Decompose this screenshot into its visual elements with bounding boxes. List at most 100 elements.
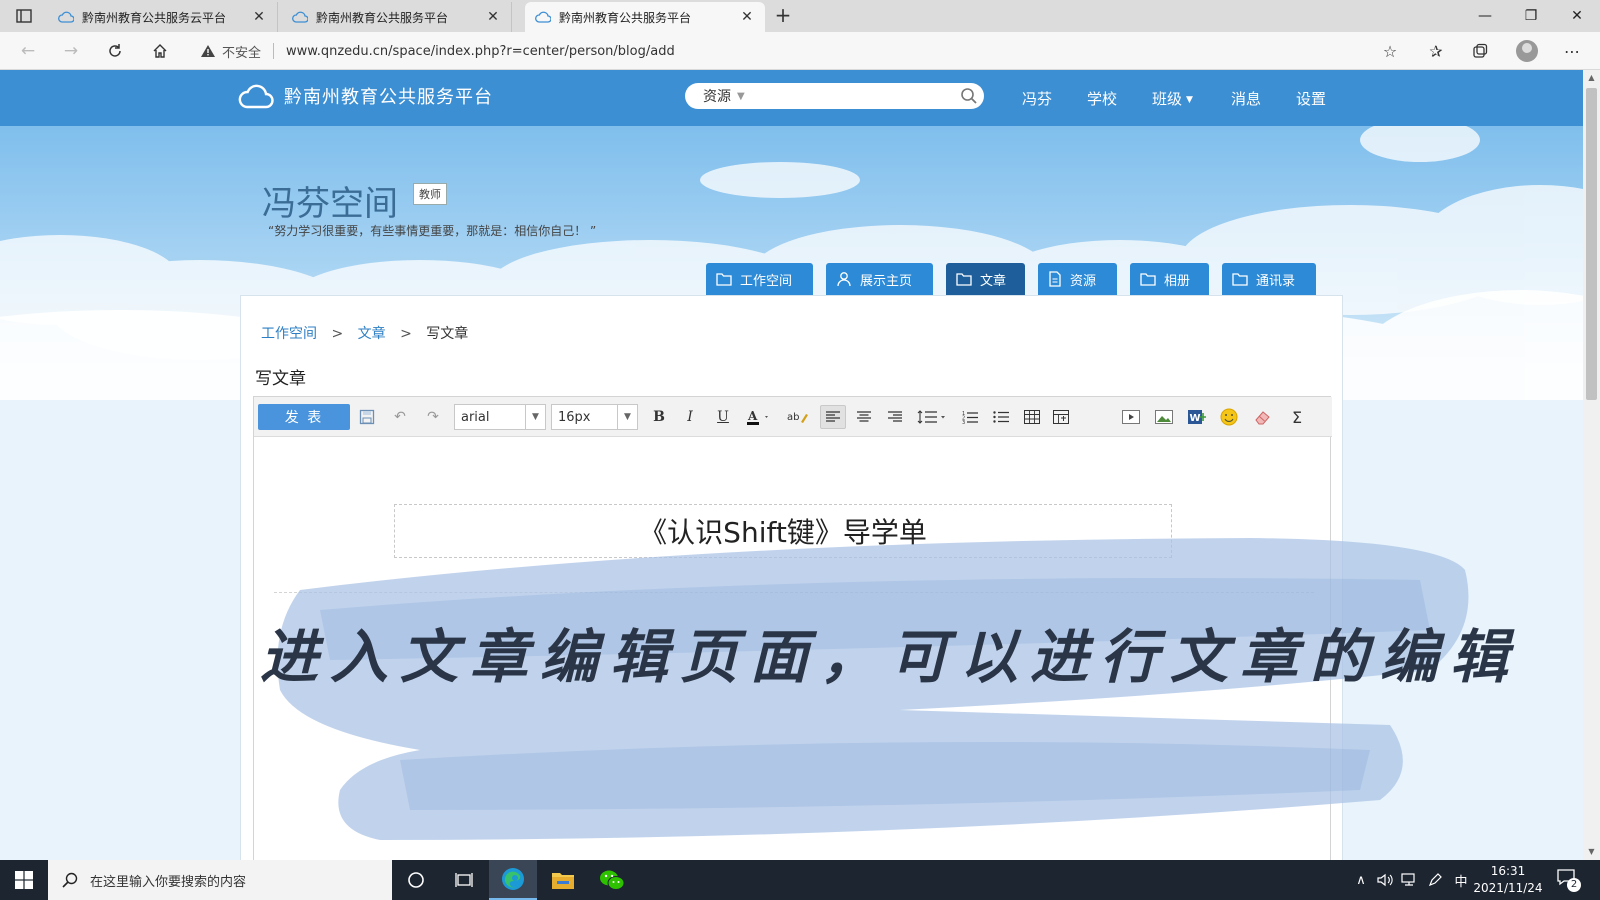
pen-icon[interactable] (1424, 860, 1446, 900)
breadcrumb-link-workspace[interactable]: 工作空间 (261, 326, 317, 342)
video-icon[interactable] (1118, 405, 1144, 429)
new-tab-button[interactable]: + (770, 3, 796, 29)
formula-icon[interactable]: Σ (1284, 405, 1310, 429)
show-hidden-icons-chevron-icon[interactable]: ∧ (1352, 860, 1370, 900)
close-tab-icon[interactable]: ✕ (739, 9, 755, 25)
align-center-icon[interactable] (851, 405, 877, 429)
collections-icon[interactable] (1468, 40, 1492, 62)
image-icon[interactable] (1151, 405, 1177, 429)
chevron-down-icon: ▼ (617, 405, 637, 429)
chevron-down-icon: ▼ (525, 405, 545, 429)
task-view-icon[interactable] (440, 860, 488, 900)
volume-icon[interactable] (1374, 860, 1396, 900)
breadcrumb-separator: > (400, 326, 412, 342)
space-tab-showcase[interactable]: 展示主页 (826, 263, 933, 295)
editor-toolbar: 发 表 ↶ ↷ arial ▼ 16px ▼ B I U A ab 1 2 3 … (254, 397, 1332, 437)
space-tab-label: 相册 (1164, 273, 1191, 289)
scroll-down-arrow-icon[interactable]: ▼ (1583, 844, 1600, 860)
close-tab-icon[interactable]: ✕ (485, 9, 501, 25)
line-height-icon[interactable] (914, 405, 950, 429)
font-family-select[interactable]: arial ▼ (454, 404, 546, 430)
url-text[interactable]: www.qnzedu.cn/space/index.php?r=center/p… (286, 44, 675, 59)
nav-link-class[interactable]: 班级 ▼ (1152, 88, 1193, 109)
nav-link-user[interactable]: 冯芬 (1022, 88, 1052, 109)
italic-icon[interactable]: I (677, 405, 703, 429)
close-window-button[interactable]: ✕ (1554, 0, 1600, 32)
unordered-list-icon[interactable] (988, 405, 1014, 429)
file-explorer-icon[interactable] (539, 860, 587, 900)
scroll-up-arrow-icon[interactable]: ▲ (1583, 70, 1600, 86)
font-size-select[interactable]: 16px ▼ (551, 404, 638, 430)
browser-tab-2[interactable]: 黔南州教育公共服务平台 ✕ (282, 2, 512, 32)
address-bar-row: ← → 不安全 www.qnzedu.cn/space/index.php?r=… (0, 32, 1600, 70)
undo-icon[interactable]: ↶ (387, 405, 413, 429)
tab-actions-icon[interactable] (12, 6, 36, 26)
cloud-icon (535, 9, 551, 25)
edge-browser-icon[interactable] (489, 860, 537, 900)
page-viewport: 黔南州教育公共服务平台 资源 ▼ 冯芬 学校 班级 ▼ 消息 设置 冯芬空间 教师… (0, 70, 1583, 860)
bold-icon[interactable]: B (646, 405, 672, 429)
search-icon[interactable] (954, 83, 984, 109)
table-icon[interactable] (1019, 405, 1045, 429)
ordered-list-icon[interactable]: 123 (957, 405, 983, 429)
back-icon[interactable]: ← (16, 40, 40, 62)
home-icon[interactable] (148, 40, 172, 62)
space-tab-label: 资源 (1070, 273, 1097, 289)
add-favorite-icon[interactable]: ☆ (1378, 40, 1402, 62)
emoji-icon[interactable] (1216, 405, 1242, 429)
tab-title: 黔南州教育公共服务平台 (316, 10, 449, 25)
profile-avatar[interactable] (1516, 40, 1538, 62)
space-tab-workspace[interactable]: 工作空间 (706, 263, 813, 295)
more-menu-icon[interactable]: ⋯ (1560, 40, 1584, 62)
security-warning[interactable]: 不安全 (200, 42, 261, 61)
network-icon[interactable] (1398, 860, 1420, 900)
search-category-select[interactable]: 资源 (703, 86, 731, 106)
taskbar-search-box[interactable]: 在这里输入你要搜索的内容 (48, 860, 392, 900)
document-title-box[interactable]: 《认识Shift键》导学单 (394, 504, 1172, 558)
cloud-icon (292, 9, 308, 25)
align-left-icon[interactable] (820, 405, 846, 429)
notification-count-badge: 2 (1567, 878, 1581, 892)
eraser-icon[interactable] (1250, 405, 1276, 429)
wechat-icon[interactable] (588, 860, 636, 900)
redo-icon[interactable]: ↷ (420, 405, 446, 429)
space-motto: “努力学习很重要，有些事情更重要，那就是：相信你自己！ ” (268, 224, 597, 238)
minimize-button[interactable]: — (1462, 0, 1508, 32)
word-import-icon[interactable]: W (1184, 405, 1210, 429)
restore-button[interactable]: ❐ (1508, 0, 1554, 32)
browser-tab-3[interactable]: 黔南州教育公共服务平台 ✕ (525, 2, 765, 32)
refresh-icon[interactable] (103, 40, 127, 62)
search-input[interactable] (750, 85, 954, 107)
space-tab-album[interactable]: 相册 (1130, 263, 1209, 295)
underline-icon[interactable]: U (710, 405, 736, 429)
chevron-down-icon[interactable]: ▼ (737, 91, 745, 102)
table-properties-icon[interactable] (1048, 405, 1074, 429)
highlight-icon[interactable]: ab (782, 405, 812, 429)
folder-icon (1232, 272, 1248, 286)
space-tab-articles[interactable]: 文章 (946, 263, 1025, 295)
page-scrollbar[interactable]: ▲ ▼ (1583, 70, 1600, 860)
cortana-icon[interactable] (392, 860, 440, 900)
save-icon[interactable] (354, 405, 380, 429)
nav-link-settings[interactable]: 设置 (1296, 88, 1326, 109)
align-right-icon[interactable] (882, 405, 908, 429)
browser-tab-1[interactable]: 黔南州教育公共服务云平台 ✕ (48, 2, 278, 32)
favorites-icon[interactable]: ✰ (1424, 40, 1448, 62)
site-logo[interactable]: 黔南州教育公共服务平台 (238, 82, 493, 110)
space-tab-contacts[interactable]: 通讯录 (1222, 263, 1316, 295)
nav-link-school[interactable]: 学校 (1087, 88, 1117, 109)
publish-button[interactable]: 发 表 (258, 404, 350, 430)
notification-center-icon[interactable]: 2 (1556, 868, 1581, 892)
space-tab-resources[interactable]: 资源 (1038, 263, 1117, 295)
system-clock[interactable]: 16:31 2021/11/24 (1468, 863, 1548, 897)
close-tab-icon[interactable]: ✕ (251, 9, 267, 25)
windows-start-icon[interactable] (0, 860, 48, 900)
breadcrumb-link-articles[interactable]: 文章 (358, 326, 386, 342)
url-box[interactable]: 不安全 www.qnzedu.cn/space/index.php?r=cent… (188, 36, 1388, 66)
scrollbar-thumb[interactable] (1586, 88, 1597, 400)
nav-link-messages[interactable]: 消息 (1231, 88, 1261, 109)
breadcrumb-separator: > (331, 326, 344, 342)
forward-icon[interactable]: → (59, 40, 83, 62)
font-color-icon[interactable]: A (742, 405, 776, 429)
font-family-value: arial (461, 409, 490, 425)
